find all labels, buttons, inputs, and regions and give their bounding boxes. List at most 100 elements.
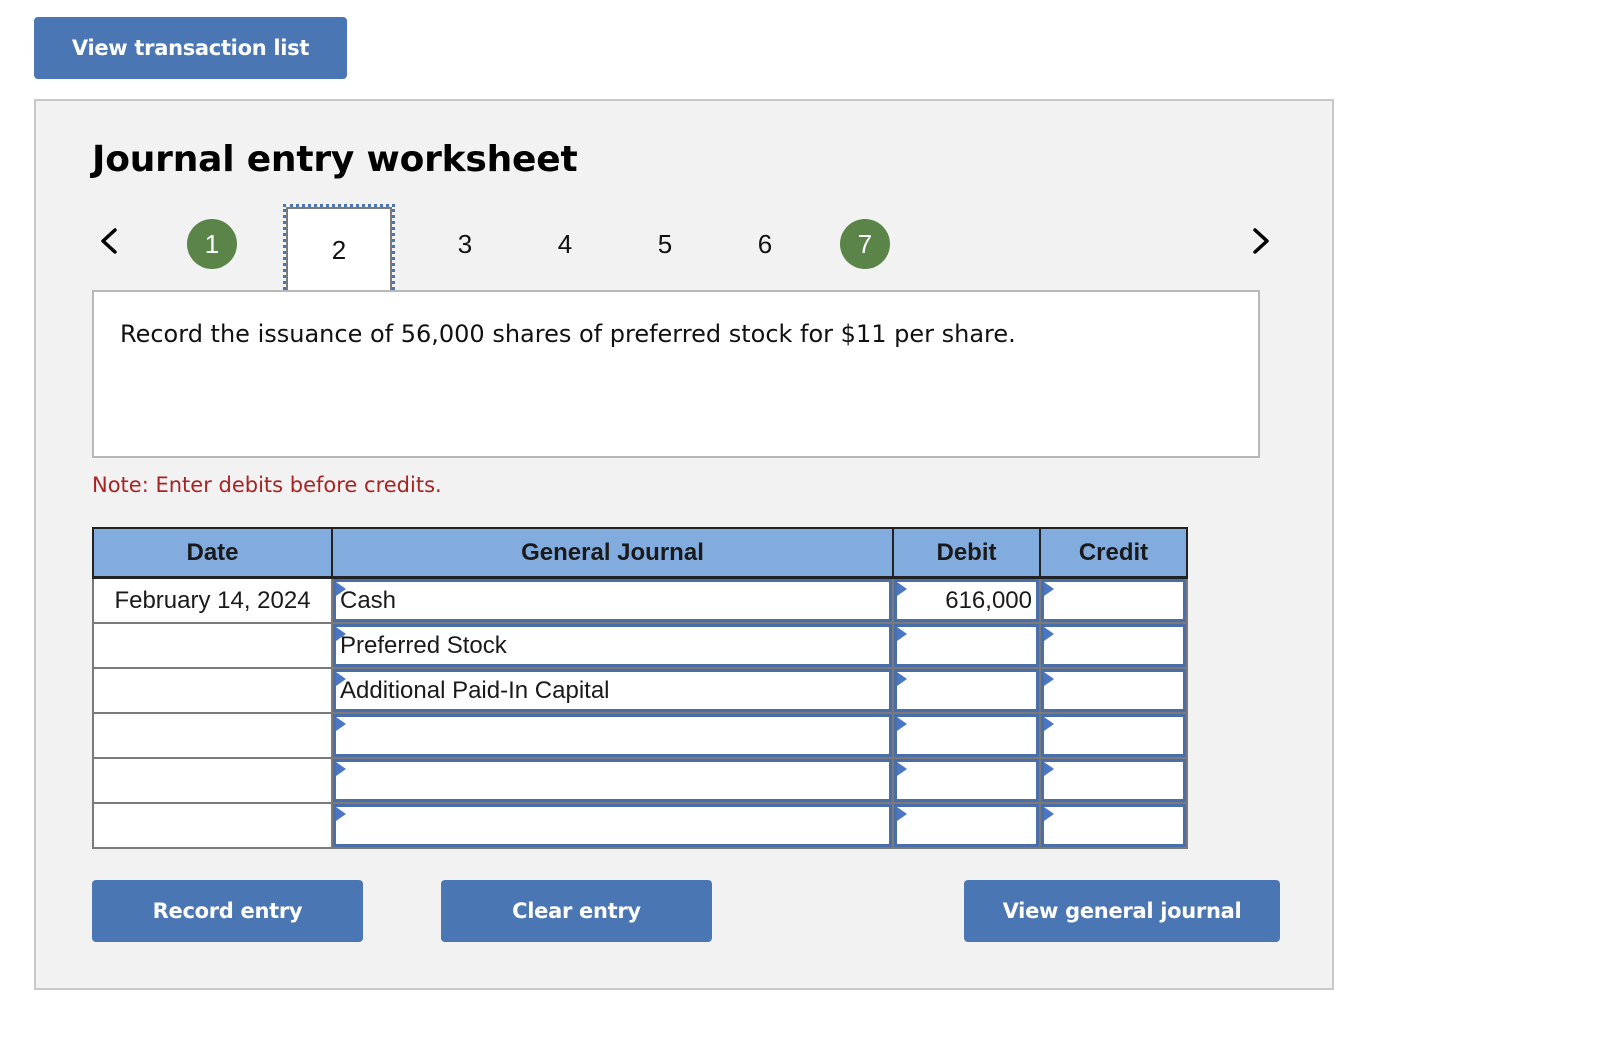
date-cell: [92, 712, 333, 759]
credit-cell: [1039, 667, 1188, 714]
dropdown-marker-icon: [336, 807, 346, 821]
dropdown-marker-icon: [897, 627, 907, 641]
account-input[interactable]: Cash: [333, 579, 892, 622]
view-general-journal-button[interactable]: View general journal: [964, 880, 1280, 942]
step-label: 7: [857, 228, 873, 259]
credit-input[interactable]: [1041, 579, 1186, 622]
step-6[interactable]: 6: [740, 219, 790, 269]
credit-input[interactable]: [1041, 669, 1186, 712]
credit-cell: [1039, 576, 1188, 624]
dropdown-marker-icon: [897, 672, 907, 686]
debits-before-credits-note: Note: Enter debits before credits.: [92, 473, 442, 497]
debit-input[interactable]: [894, 669, 1039, 712]
credit-cell: [1039, 712, 1188, 759]
step-label: 1: [204, 228, 220, 259]
transaction-description-box: Record the issuance of 56,000 shares of …: [92, 290, 1260, 458]
debit-cell: [892, 667, 1041, 714]
account-input-value: Cash: [340, 586, 397, 614]
account-cell: Preferred Stock: [331, 622, 894, 669]
date-cell: [92, 667, 333, 714]
worksheet-title: Journal entry worksheet: [92, 139, 578, 180]
account-cell: [331, 802, 894, 849]
step-label: 3: [457, 228, 473, 259]
table-row: [92, 712, 1188, 759]
credit-cell: [1039, 622, 1188, 669]
account-input[interactable]: [333, 759, 892, 802]
dropdown-marker-icon: [1044, 582, 1054, 596]
table-row: Additional Paid-In Capital: [92, 667, 1188, 714]
record-entry-button[interactable]: Record entry: [92, 880, 363, 942]
header-credit: Credit: [1039, 527, 1188, 579]
debit-cell: [892, 622, 1041, 669]
account-input[interactable]: Preferred Stock: [333, 624, 892, 667]
account-cell: Additional Paid-In Capital: [331, 667, 894, 714]
date-cell: February 14, 2024: [92, 576, 333, 624]
credit-input[interactable]: [1041, 624, 1186, 667]
dropdown-marker-icon: [1044, 627, 1054, 641]
account-input-value: Preferred Stock: [340, 631, 507, 659]
debit-cell: [892, 712, 1041, 759]
journal-table: Date General Journal Debit Credit Februa…: [92, 527, 1188, 849]
debit-input[interactable]: 616,000: [894, 579, 1039, 622]
account-input[interactable]: Additional Paid-In Capital: [333, 669, 892, 712]
debit-cell: [892, 802, 1041, 849]
dropdown-marker-icon: [897, 582, 907, 596]
header-general-journal: General Journal: [331, 527, 894, 579]
debit-input[interactable]: [894, 714, 1039, 757]
credit-cell: [1039, 757, 1188, 804]
date-cell: [92, 802, 333, 849]
account-cell: [331, 712, 894, 759]
step-1[interactable]: 1: [187, 219, 237, 269]
dropdown-marker-icon: [336, 672, 346, 686]
chevron-left-icon[interactable]: [94, 219, 124, 263]
table-row: [92, 757, 1188, 804]
step-label: 2: [331, 234, 347, 265]
credit-input[interactable]: [1041, 804, 1186, 847]
dropdown-marker-icon: [336, 762, 346, 776]
step-label: 5: [657, 228, 673, 259]
step-5[interactable]: 5: [640, 219, 690, 269]
debit-input[interactable]: [894, 804, 1039, 847]
table-row: [92, 802, 1188, 849]
dropdown-marker-icon: [1044, 672, 1054, 686]
step-3[interactable]: 3: [440, 219, 490, 269]
debit-input-value: 616,000: [945, 586, 1032, 614]
step-4[interactable]: 4: [540, 219, 590, 269]
journal-entry-worksheet-panel: Journal entry worksheet 1 2 3 4 5 6 7 Re…: [34, 99, 1334, 990]
account-cell: Cash: [331, 576, 894, 624]
dropdown-marker-icon: [1044, 807, 1054, 821]
step-2[interactable]: 2: [283, 204, 395, 296]
debit-cell: [892, 757, 1041, 804]
date-cell: [92, 757, 333, 804]
view-transaction-list-button[interactable]: View transaction list: [34, 17, 347, 79]
account-input[interactable]: [333, 714, 892, 757]
credit-cell: [1039, 802, 1188, 849]
step-label: 6: [757, 228, 773, 259]
debit-cell: 616,000: [892, 576, 1041, 624]
dropdown-marker-icon: [1044, 762, 1054, 776]
header-date: Date: [92, 527, 333, 579]
step-label: 4: [557, 228, 573, 259]
account-cell: [331, 757, 894, 804]
table-row: Preferred Stock: [92, 622, 1188, 669]
table-header-row: Date General Journal Debit Credit: [92, 527, 1188, 579]
debit-input[interactable]: [894, 759, 1039, 802]
credit-input[interactable]: [1041, 759, 1186, 802]
header-debit: Debit: [892, 527, 1041, 579]
clear-entry-button[interactable]: Clear entry: [441, 880, 712, 942]
debit-input[interactable]: [894, 624, 1039, 667]
chevron-right-icon[interactable]: [1246, 219, 1276, 263]
date-cell: [92, 622, 333, 669]
step-7[interactable]: 7: [840, 219, 890, 269]
dropdown-marker-icon: [897, 807, 907, 821]
credit-input[interactable]: [1041, 714, 1186, 757]
account-input-value: Additional Paid-In Capital: [340, 676, 610, 704]
dropdown-marker-icon: [336, 717, 346, 731]
dropdown-marker-icon: [336, 582, 346, 596]
table-row: February 14, 2024 Cash 616,000: [92, 576, 1188, 624]
dropdown-marker-icon: [897, 717, 907, 731]
account-input[interactable]: [333, 804, 892, 847]
dropdown-marker-icon: [336, 627, 346, 641]
dropdown-marker-icon: [1044, 717, 1054, 731]
transaction-description: Record the issuance of 56,000 shares of …: [120, 320, 1016, 348]
